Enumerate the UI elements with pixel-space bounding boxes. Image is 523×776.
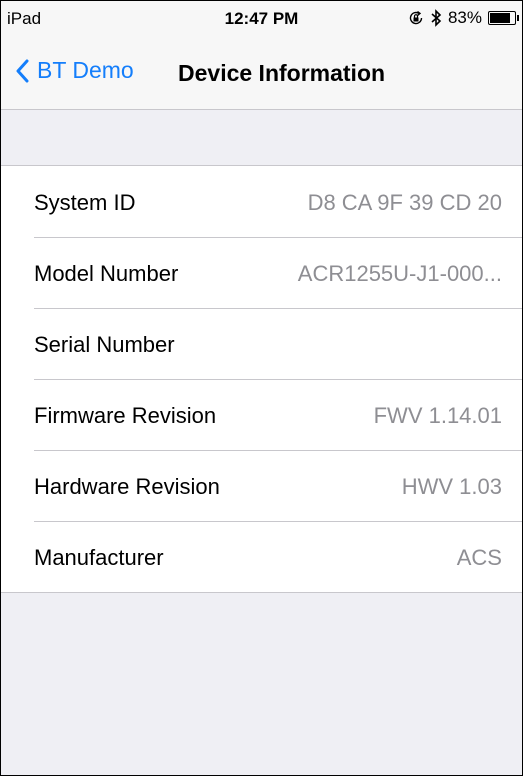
row-label: Model Number	[34, 261, 179, 286]
app-screen: iPad 12:47 PM 83% BT Demo Device Informa…	[0, 0, 523, 776]
back-button-label: BT Demo	[37, 57, 134, 83]
chevron-left-icon	[15, 59, 29, 83]
device-info-table: System ID D8 CA 9F 39 CD 20 Model Number AC…	[1, 165, 522, 593]
battery-percent: 83%	[447, 8, 482, 27]
table-row[interactable]: Manufacturer ACS	[1, 521, 522, 592]
battery-level-fill	[490, 13, 510, 23]
row-value: ACR1255U-J1-000...	[297, 261, 502, 286]
row-value: ACS	[456, 545, 502, 570]
table-row[interactable]: Firmware Revision FWV 1.14.01	[1, 379, 522, 450]
row-value: D8 CA 9F 39 CD 20	[307, 190, 502, 215]
navigation-bar: BT Demo Device Information	[1, 35, 522, 110]
status-indicators: 83%	[408, 8, 519, 28]
orientation-lock-icon	[408, 10, 424, 26]
row-label: System ID	[34, 190, 136, 215]
table-row[interactable]: Model Number ACR1255U-J1-000...	[1, 237, 522, 308]
table-row[interactable]: Serial Number	[1, 308, 522, 379]
row-label: Manufacturer	[34, 545, 164, 570]
table-row[interactable]: System ID D8 CA 9F 39 CD 20	[1, 166, 522, 237]
row-value: FWV 1.14.01	[373, 403, 502, 428]
battery-tip	[517, 15, 519, 21]
bluetooth-icon	[430, 9, 442, 27]
row-label: Serial Number	[34, 332, 175, 357]
row-label: Hardware Revision	[34, 474, 220, 499]
page-title: Device Information	[178, 60, 386, 86]
row-label: Firmware Revision	[34, 403, 217, 428]
back-button[interactable]: BT Demo	[15, 57, 134, 84]
table-row[interactable]: Hardware Revision HWV 1.03	[1, 450, 522, 521]
battery-icon	[488, 11, 519, 25]
row-value: HWV 1.03	[401, 474, 502, 499]
status-bar: iPad 12:47 PM 83%	[1, 1, 522, 35]
